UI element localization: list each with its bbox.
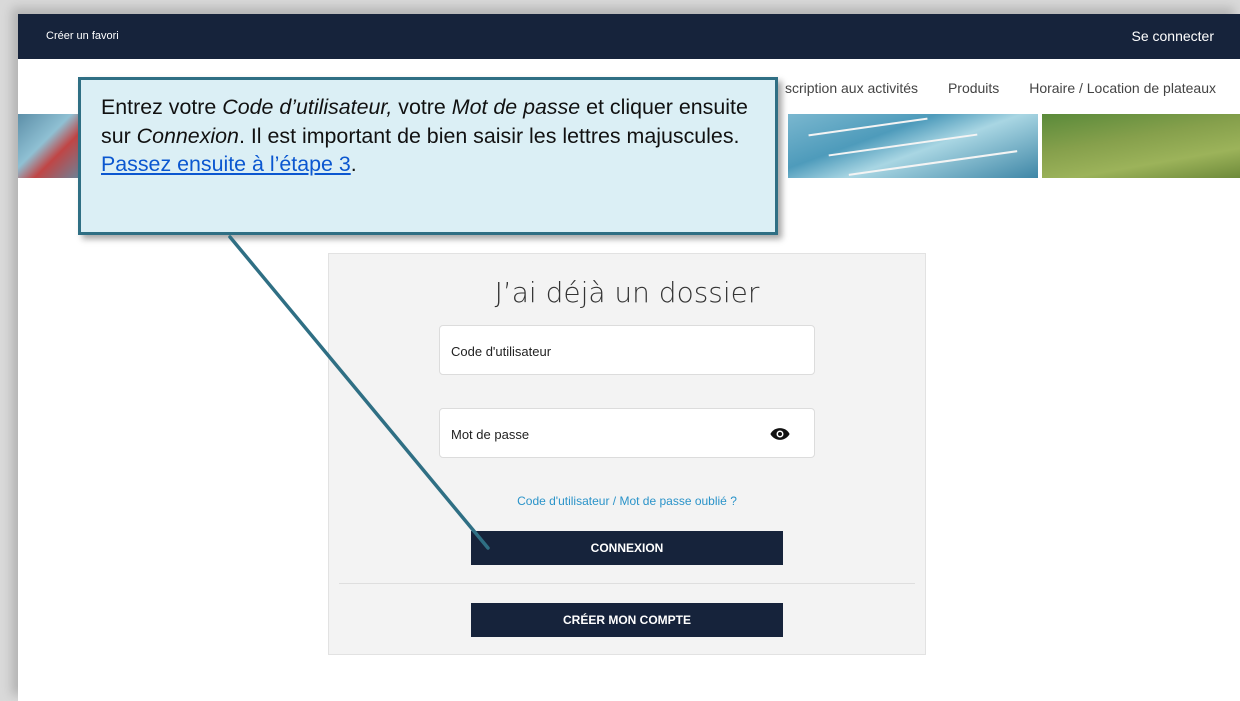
callout-text: Entrez votre — [101, 95, 223, 119]
callout-text-username: Code d’utilisateur, — [222, 95, 393, 119]
callout-step3-link[interactable]: Passez ensuite à l’étape 3 — [101, 152, 351, 176]
login-button[interactable]: CONNEXION — [471, 531, 783, 565]
banner-image-pool — [788, 114, 1038, 178]
callout-text: votre — [392, 95, 452, 119]
create-favorite-link[interactable]: Créer un favori — [46, 30, 119, 42]
password-input[interactable] — [449, 409, 773, 459]
top-bar: Créer un favori Se connecter — [18, 14, 1240, 59]
login-link[interactable]: Se connecter — [1132, 28, 1215, 44]
callout-text: . — [350, 152, 357, 176]
callout-text-connexion: Connexion — [136, 123, 239, 148]
username-field-box — [439, 325, 815, 376]
nav-item-products[interactable]: Produits — [948, 80, 999, 96]
eye-icon[interactable] — [770, 426, 790, 442]
login-card: J’ai déjà un dossier Code d'utilisateur … — [328, 253, 926, 655]
banner-image-field — [1042, 114, 1240, 178]
nav-item-activity-registration[interactable]: scription aux activités — [785, 80, 918, 96]
password-field-box — [439, 408, 815, 459]
instruction-callout: Entrez votre Code d’utilisateur, votre M… — [78, 77, 778, 235]
main-nav: scription aux activités Produits Horaire… — [759, 80, 1216, 96]
callout-text: . Il est important de bien saisir les le… — [238, 123, 740, 148]
nav-item-schedule-rental[interactable]: Horaire / Location de plateaux — [1029, 80, 1216, 96]
callout-text-password: Mot de passe — [451, 95, 581, 119]
divider — [339, 583, 915, 584]
username-input[interactable] — [449, 326, 773, 376]
login-card-title: J’ai déjà un dossier — [494, 276, 760, 309]
forgot-credentials-link[interactable]: Code d'utilisateur / Mot de passe oublié… — [329, 494, 925, 508]
create-account-button[interactable]: CRÉER MON COMPTE — [471, 603, 783, 637]
